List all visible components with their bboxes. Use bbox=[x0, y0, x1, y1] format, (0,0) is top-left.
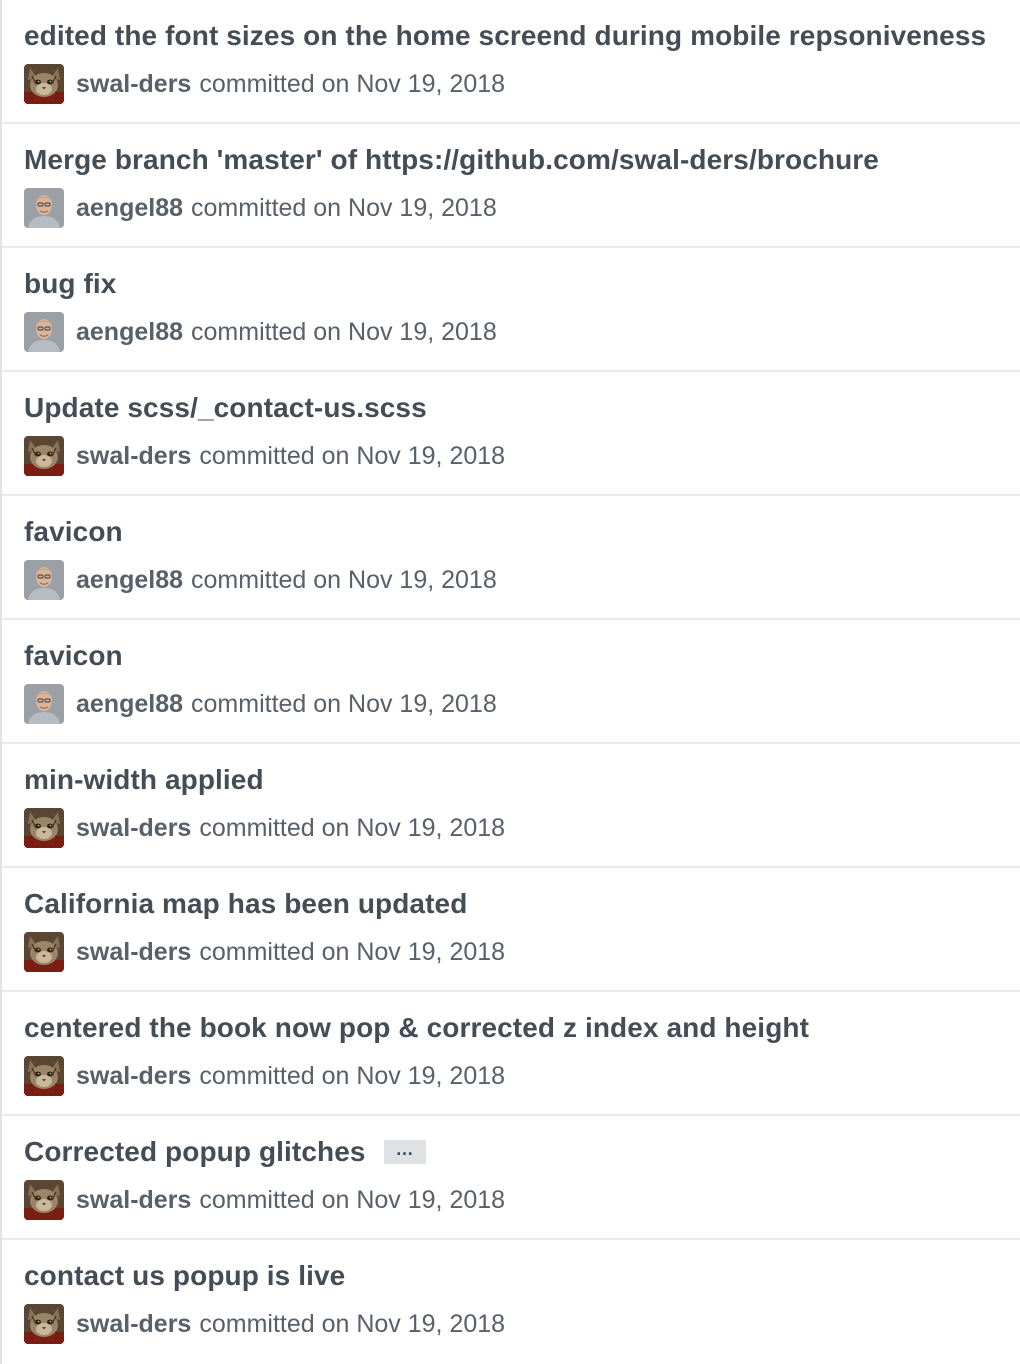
author-link[interactable]: swal-ders bbox=[76, 442, 191, 471]
commit-date-text: committed on Nov 19, 2018 bbox=[199, 69, 506, 98]
author-link[interactable]: aengel88 bbox=[76, 194, 183, 223]
person-avatar[interactable] bbox=[24, 684, 64, 724]
commit-title-row: favicon bbox=[24, 638, 1010, 674]
commit-date-text: committed on Nov 19, 2018 bbox=[191, 689, 497, 718]
person-avatar[interactable] bbox=[24, 188, 64, 228]
commit-date-text: committed on Nov 19, 2018 bbox=[191, 317, 497, 346]
commit-title-link[interactable]: California map has been updated bbox=[24, 888, 467, 920]
commit-meta: swal-ders committed on Nov 19, 2018 bbox=[24, 932, 505, 972]
author-link[interactable]: aengel88 bbox=[76, 566, 183, 595]
cat-avatar[interactable] bbox=[24, 932, 64, 972]
commit-title-row: edited the font sizes on the home screen… bbox=[24, 18, 1010, 54]
commit-meta: swal-ders committed on Nov 19, 2018 bbox=[24, 1304, 505, 1344]
cat-avatar[interactable] bbox=[24, 64, 64, 104]
commit-item: California map has been updated swal-der… bbox=[2, 868, 1020, 992]
commit-title-row: Corrected popup glitches … bbox=[24, 1134, 1010, 1170]
commit-meta: aengel88 committed on Nov 19, 2018 bbox=[24, 312, 497, 352]
cat-avatar[interactable] bbox=[24, 1304, 64, 1344]
commit-meta: swal-ders committed on Nov 19, 2018 bbox=[24, 64, 505, 104]
author-link[interactable]: swal-ders bbox=[76, 1310, 191, 1339]
commit-item: favicon aengel88 committed on Nov 19, 20… bbox=[2, 496, 1020, 620]
expand-message-button[interactable]: … bbox=[383, 1140, 426, 1164]
commit-date-text: committed on Nov 19, 2018 bbox=[199, 1185, 506, 1214]
commit-title-row: favicon bbox=[24, 514, 1010, 550]
commit-item: favicon aengel88 committed on Nov 19, 20… bbox=[2, 620, 1020, 744]
commit-title-link[interactable]: min-width applied bbox=[24, 764, 264, 796]
author-link[interactable]: swal-ders bbox=[76, 814, 191, 843]
author-link[interactable]: aengel88 bbox=[76, 318, 183, 347]
commit-meta: swal-ders committed on Nov 19, 2018 bbox=[24, 808, 505, 848]
commit-meta: aengel88 committed on Nov 19, 2018 bbox=[24, 684, 497, 724]
commit-title-link[interactable]: contact us popup is live bbox=[24, 1260, 345, 1292]
commit-title-row: contact us popup is live bbox=[24, 1258, 1010, 1294]
author-link[interactable]: swal-ders bbox=[76, 70, 191, 99]
commit-title-link[interactable]: Update scss/_contact-us.scss bbox=[24, 392, 427, 424]
commit-title-row: Update scss/_contact-us.scss bbox=[24, 390, 1010, 426]
commit-item: contact us popup is live swal-ders commi… bbox=[2, 1240, 1020, 1364]
cat-avatar[interactable] bbox=[24, 808, 64, 848]
commit-title-row: min-width applied bbox=[24, 762, 1010, 798]
commit-date-text: committed on Nov 19, 2018 bbox=[199, 1309, 506, 1338]
author-link[interactable]: swal-ders bbox=[76, 1186, 191, 1215]
commit-title-link[interactable]: Merge branch 'master' of https://github.… bbox=[24, 144, 879, 176]
commit-date-text: committed on Nov 19, 2018 bbox=[191, 565, 497, 594]
person-avatar[interactable] bbox=[24, 312, 64, 352]
cat-avatar[interactable] bbox=[24, 1180, 64, 1220]
commit-title-row: centered the book now pop & corrected z … bbox=[24, 1010, 1010, 1046]
commit-item: Merge branch 'master' of https://github.… bbox=[2, 124, 1020, 248]
commit-item: min-width applied swal-ders committed on… bbox=[2, 744, 1020, 868]
cat-avatar[interactable] bbox=[24, 436, 64, 476]
commit-title-link[interactable]: edited the font sizes on the home screen… bbox=[24, 20, 986, 52]
commit-title-link[interactable]: bug fix bbox=[24, 268, 116, 300]
commit-title-link[interactable]: centered the book now pop & corrected z … bbox=[24, 1012, 809, 1044]
commit-date-text: committed on Nov 19, 2018 bbox=[199, 1061, 506, 1090]
commit-title-row: Merge branch 'master' of https://github.… bbox=[24, 142, 1010, 178]
commit-list: edited the font sizes on the home screen… bbox=[0, 0, 1020, 1364]
author-link[interactable]: aengel88 bbox=[76, 690, 183, 719]
commit-meta: swal-ders committed on Nov 19, 2018 bbox=[24, 1180, 505, 1220]
commit-title-link[interactable]: favicon bbox=[24, 640, 123, 672]
commit-item: Update scss/_contact-us.scss swal-ders c… bbox=[2, 372, 1020, 496]
commit-date-text: committed on Nov 19, 2018 bbox=[199, 441, 506, 470]
commit-meta: aengel88 committed on Nov 19, 2018 bbox=[24, 560, 497, 600]
cat-avatar[interactable] bbox=[24, 1056, 64, 1096]
commit-title-row: bug fix bbox=[24, 266, 1010, 302]
commit-title-link[interactable]: Corrected popup glitches bbox=[24, 1136, 366, 1168]
commit-date-text: committed on Nov 19, 2018 bbox=[191, 193, 497, 222]
commit-title-row: California map has been updated bbox=[24, 886, 1010, 922]
commit-item: Corrected popup glitches … swal-ders com… bbox=[2, 1116, 1020, 1240]
commit-date-text: committed on Nov 19, 2018 bbox=[199, 937, 506, 966]
commit-item: edited the font sizes on the home screen… bbox=[2, 0, 1020, 124]
author-link[interactable]: swal-ders bbox=[76, 938, 191, 967]
commit-meta: aengel88 committed on Nov 19, 2018 bbox=[24, 188, 497, 228]
commit-meta: swal-ders committed on Nov 19, 2018 bbox=[24, 1056, 505, 1096]
commit-item: centered the book now pop & corrected z … bbox=[2, 992, 1020, 1116]
author-link[interactable]: swal-ders bbox=[76, 1062, 191, 1091]
commit-meta: swal-ders committed on Nov 19, 2018 bbox=[24, 436, 505, 476]
commit-date-text: committed on Nov 19, 2018 bbox=[199, 813, 506, 842]
commit-title-link[interactable]: favicon bbox=[24, 516, 123, 548]
person-avatar[interactable] bbox=[24, 560, 64, 600]
commit-item: bug fix aengel88 committed on Nov 19, 20… bbox=[2, 248, 1020, 372]
